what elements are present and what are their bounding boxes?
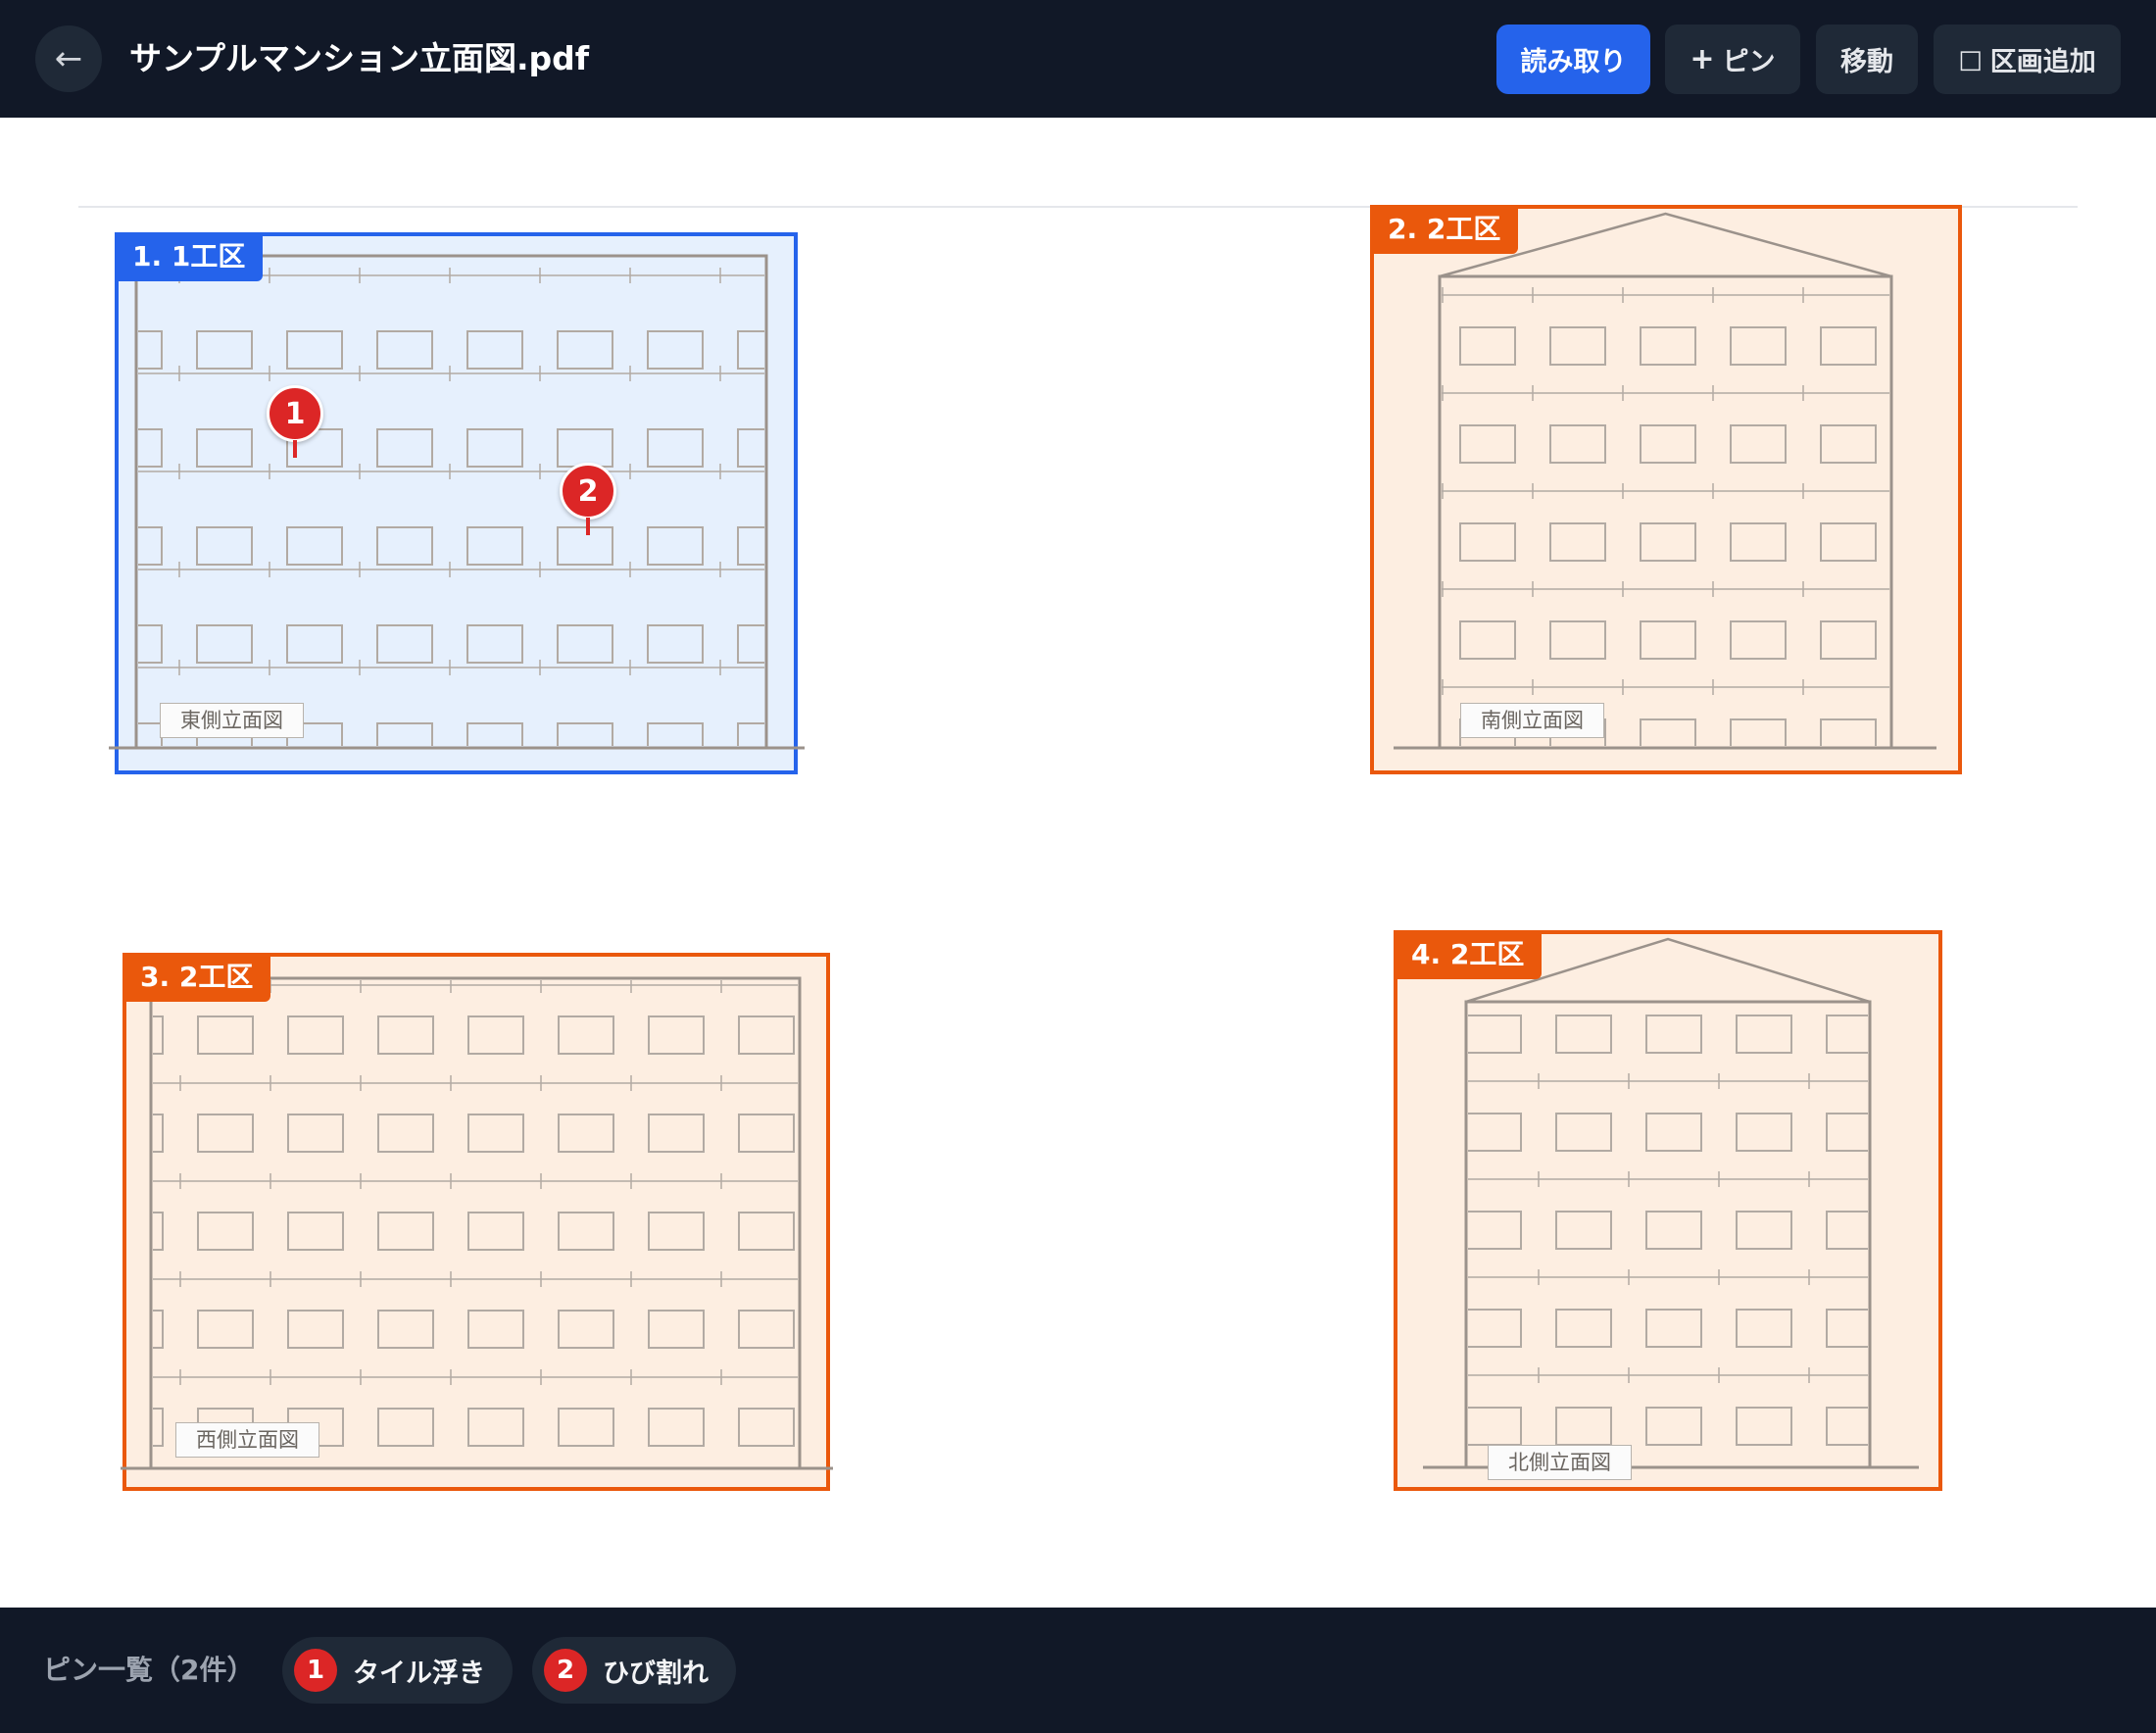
pin-list-title: ピン一覧（2件） [43, 1654, 255, 1686]
south-elevation-drawing [1370, 205, 1962, 774]
read-button[interactable]: 読み取り [1496, 25, 1650, 94]
pin-number-badge: 2 [544, 1649, 587, 1692]
pin-number-badge: 1 [294, 1649, 337, 1692]
elevation-label: 西側立面図 [175, 1422, 319, 1458]
square-icon: □ [1958, 44, 1983, 74]
pin-marker-1[interactable]: 1 [267, 385, 323, 460]
drawing-canvas[interactable]: 1. 1工区 東側立面図 1 2 2. 2工区 南側立面図 3. 2工区 西側立… [0, 118, 2156, 1608]
north-elevation-drawing [1394, 930, 1942, 1491]
region-boundary [115, 232, 798, 774]
add-pin-button[interactable]: + ピン [1665, 25, 1800, 94]
section-badge: 2. 2工区 [1370, 205, 1519, 254]
document-title: サンプルマンション立面図.pdf [129, 39, 590, 77]
section-region-3[interactable]: 3. 2工区 西側立面図 [121, 953, 833, 1491]
section-region-2[interactable]: 2. 2工区 南側立面図 [1370, 205, 1962, 774]
pin-list-bar: ピン一覧（2件） 1 タイル浮き 2 ひび割れ [0, 1608, 2156, 1733]
pin-chip-2[interactable]: 2 ひび割れ [532, 1637, 736, 1704]
add-section-button[interactable]: □ 区画追加 [1934, 25, 2121, 94]
move-button[interactable]: 移動 [1816, 25, 1918, 94]
pin-label: ひび割れ [603, 1658, 709, 1689]
section-badge: 3. 2工区 [122, 953, 271, 1002]
pin-marker-2[interactable]: 2 [560, 463, 616, 537]
elevation-label: 南側立面図 [1460, 703, 1604, 738]
elevation-label: 東側立面図 [160, 703, 304, 738]
back-button[interactable]: ← [35, 25, 102, 92]
section-badge: 4. 2工区 [1394, 930, 1543, 979]
west-elevation-drawing [121, 953, 833, 1491]
pin-chip-1[interactable]: 1 タイル浮き [282, 1637, 513, 1704]
plus-icon: + [1690, 42, 1715, 76]
elevation-label: 北側立面図 [1488, 1445, 1632, 1480]
east-elevation-drawing [109, 232, 805, 774]
section-badge: 1. 1工区 [115, 232, 264, 281]
section-region-4[interactable]: 4. 2工区 北側立面図 [1394, 930, 1942, 1491]
arrow-left-icon: ← [54, 39, 83, 78]
section-region-1[interactable]: 1. 1工区 東側立面図 1 2 [109, 232, 805, 774]
top-bar: ← サンプルマンション立面図.pdf 読み取り + ピン 移動 □ 区画追加 [0, 0, 2156, 118]
pin-label: タイル浮き [353, 1658, 485, 1689]
